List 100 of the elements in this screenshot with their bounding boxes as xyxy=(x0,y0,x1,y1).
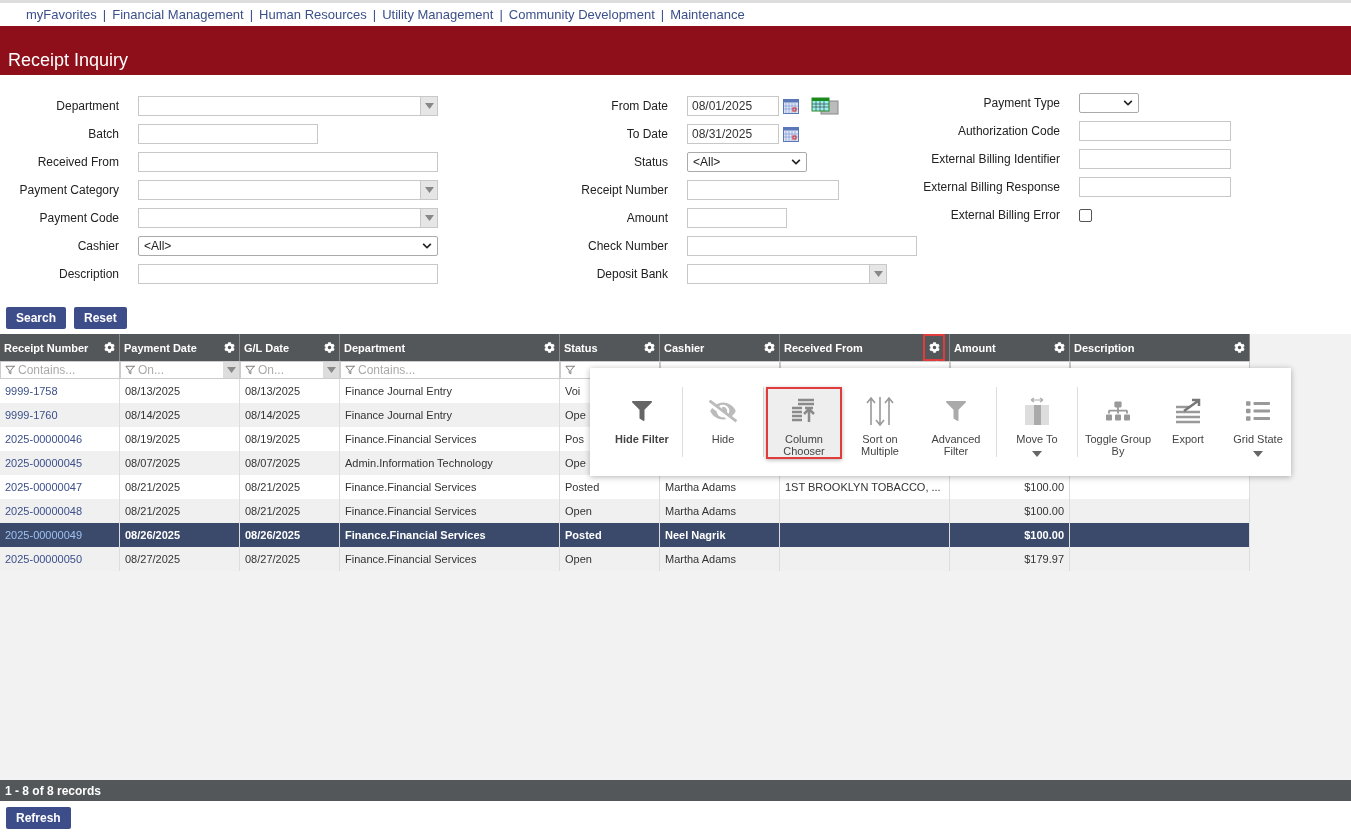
column-header[interactable]: Received From xyxy=(780,334,950,361)
field-label: Payment Type xyxy=(982,96,1060,110)
table-cell: $100.00 xyxy=(950,523,1070,547)
receipt-link[interactable]: 2025-00000050 xyxy=(5,553,83,565)
table-cell: Finance Journal Entry xyxy=(340,379,560,403)
receipt-link[interactable]: 9999-1758 xyxy=(5,385,58,397)
column-menu-button[interactable] xyxy=(104,342,115,353)
column-header[interactable]: Cashier xyxy=(660,334,780,361)
column-menu-button[interactable] xyxy=(1234,342,1245,353)
refresh-button[interactable]: Refresh xyxy=(6,807,71,829)
calendar-icon[interactable] xyxy=(783,98,799,114)
text-field[interactable] xyxy=(1079,149,1231,169)
column-header[interactable]: Description xyxy=(1070,334,1250,361)
menu-item[interactable]: Toggle Group By xyxy=(1080,387,1156,459)
nav-link[interactable]: Financial Management xyxy=(112,7,244,22)
nav-link[interactable]: Community Development xyxy=(508,7,655,22)
nav-link[interactable]: Maintenance xyxy=(670,7,745,22)
table-cell: 08/26/2025 xyxy=(240,523,340,547)
menu-item[interactable]: Column Chooser xyxy=(766,387,842,459)
field-label: Received From xyxy=(36,155,119,169)
column-header[interactable]: Status xyxy=(560,334,660,361)
table-cell: Posted xyxy=(560,523,660,547)
column-menu-button[interactable] xyxy=(923,334,945,361)
field-label: From Date xyxy=(610,99,668,113)
table-grid-icon[interactable] xyxy=(811,97,839,115)
filter-icon xyxy=(345,365,355,375)
combo-box[interactable] xyxy=(138,180,438,200)
gear-icon xyxy=(644,342,655,353)
field-label: Authorization Code xyxy=(956,124,1060,138)
reset-button[interactable]: Reset xyxy=(74,307,127,329)
dropdown-arrow-icon xyxy=(424,103,434,109)
table-cell: 08/19/2025 xyxy=(120,427,240,451)
table-cell: Finance.Financial Services xyxy=(340,523,560,547)
table-cell: Posted xyxy=(560,475,660,499)
text-field[interactable] xyxy=(1079,121,1231,141)
text-field[interactable] xyxy=(687,208,787,228)
separator: | xyxy=(660,7,665,22)
search-button[interactable]: Search xyxy=(6,307,67,329)
sort-arrows-icon xyxy=(866,395,894,427)
receipt-link[interactable]: 2025-00000048 xyxy=(5,505,83,517)
column-header[interactable]: Amount xyxy=(950,334,1070,361)
select-field[interactable]: <All> xyxy=(687,152,807,172)
combo-box[interactable] xyxy=(138,96,438,116)
receipt-link[interactable]: 2025-00000046 xyxy=(5,433,83,445)
menu-item[interactable]: Hide xyxy=(685,387,761,459)
text-field[interactable] xyxy=(138,152,438,172)
receipt-link[interactable]: 2025-00000045 xyxy=(5,457,83,469)
text-field[interactable] xyxy=(687,236,917,256)
select-field[interactable] xyxy=(1079,93,1139,113)
text-field[interactable] xyxy=(687,180,839,200)
gear-icon xyxy=(1234,342,1245,353)
receipt-link[interactable]: 9999-1760 xyxy=(5,409,58,421)
dropdown-arrow-icon xyxy=(226,367,236,373)
column-menu-button[interactable] xyxy=(644,342,655,353)
menu-item[interactable]: Export xyxy=(1156,387,1220,459)
text-field[interactable] xyxy=(1079,177,1231,197)
list-icon xyxy=(1246,399,1270,423)
text-field[interactable] xyxy=(138,264,438,284)
field-label: Batch xyxy=(87,127,119,141)
record-count: 1 - 8 of 8 records xyxy=(0,780,1351,801)
menu-item[interactable]: Grid State xyxy=(1220,387,1296,459)
column-header[interactable]: Department xyxy=(340,334,560,361)
menu-item[interactable]: Sort on Multiple xyxy=(842,387,918,459)
column-header[interactable]: Payment Date xyxy=(120,334,240,361)
table-cell: 08/21/2025 xyxy=(120,475,240,499)
column-menu-button[interactable] xyxy=(764,342,775,353)
nav-link[interactable]: Utility Management xyxy=(382,7,494,22)
nav-link[interactable]: Human Resources xyxy=(259,7,367,22)
table-cell: Finance.Financial Services xyxy=(340,475,560,499)
table-cell: 08/21/2025 xyxy=(240,475,340,499)
menu-item[interactable]: Advanced Filter xyxy=(918,387,994,459)
field-label: External Billing Response xyxy=(922,180,1060,194)
column-menu-button[interactable] xyxy=(544,342,555,353)
column-menu-button[interactable] xyxy=(324,342,335,353)
calendar-icon[interactable] xyxy=(783,126,799,142)
field-label: Department xyxy=(55,99,119,113)
gear-icon xyxy=(104,342,115,353)
filter-icon xyxy=(632,401,652,421)
date-field[interactable]: 08/01/2025 xyxy=(687,96,779,116)
separator: | xyxy=(102,7,107,22)
table-cell: Martha Adams xyxy=(660,475,780,499)
menu-item[interactable]: Move To xyxy=(999,387,1075,459)
date-field[interactable]: 08/31/2025 xyxy=(687,124,779,144)
table-cell: 08/19/2025 xyxy=(240,427,340,451)
nav-link[interactable]: myFavorites xyxy=(26,7,97,22)
field-label: Cashier xyxy=(76,239,119,253)
column-menu-button[interactable] xyxy=(224,342,235,353)
chevron-down-icon xyxy=(1123,98,1133,108)
combo-box[interactable] xyxy=(687,264,887,284)
text-field[interactable] xyxy=(138,124,318,144)
checkbox[interactable] xyxy=(1079,208,1092,222)
column-header[interactable]: G/L Date xyxy=(240,334,340,361)
column-header[interactable]: Receipt Number xyxy=(0,334,120,361)
receipt-link[interactable]: 2025-00000047 xyxy=(5,481,83,493)
dropdown-arrow-icon xyxy=(424,187,434,193)
menu-item[interactable]: Hide Filter xyxy=(604,387,680,459)
select-field[interactable]: <All> xyxy=(138,236,438,256)
combo-box[interactable] xyxy=(138,208,438,228)
receipt-link[interactable]: 2025-00000049 xyxy=(5,529,83,541)
column-menu-button[interactable] xyxy=(1054,342,1065,353)
